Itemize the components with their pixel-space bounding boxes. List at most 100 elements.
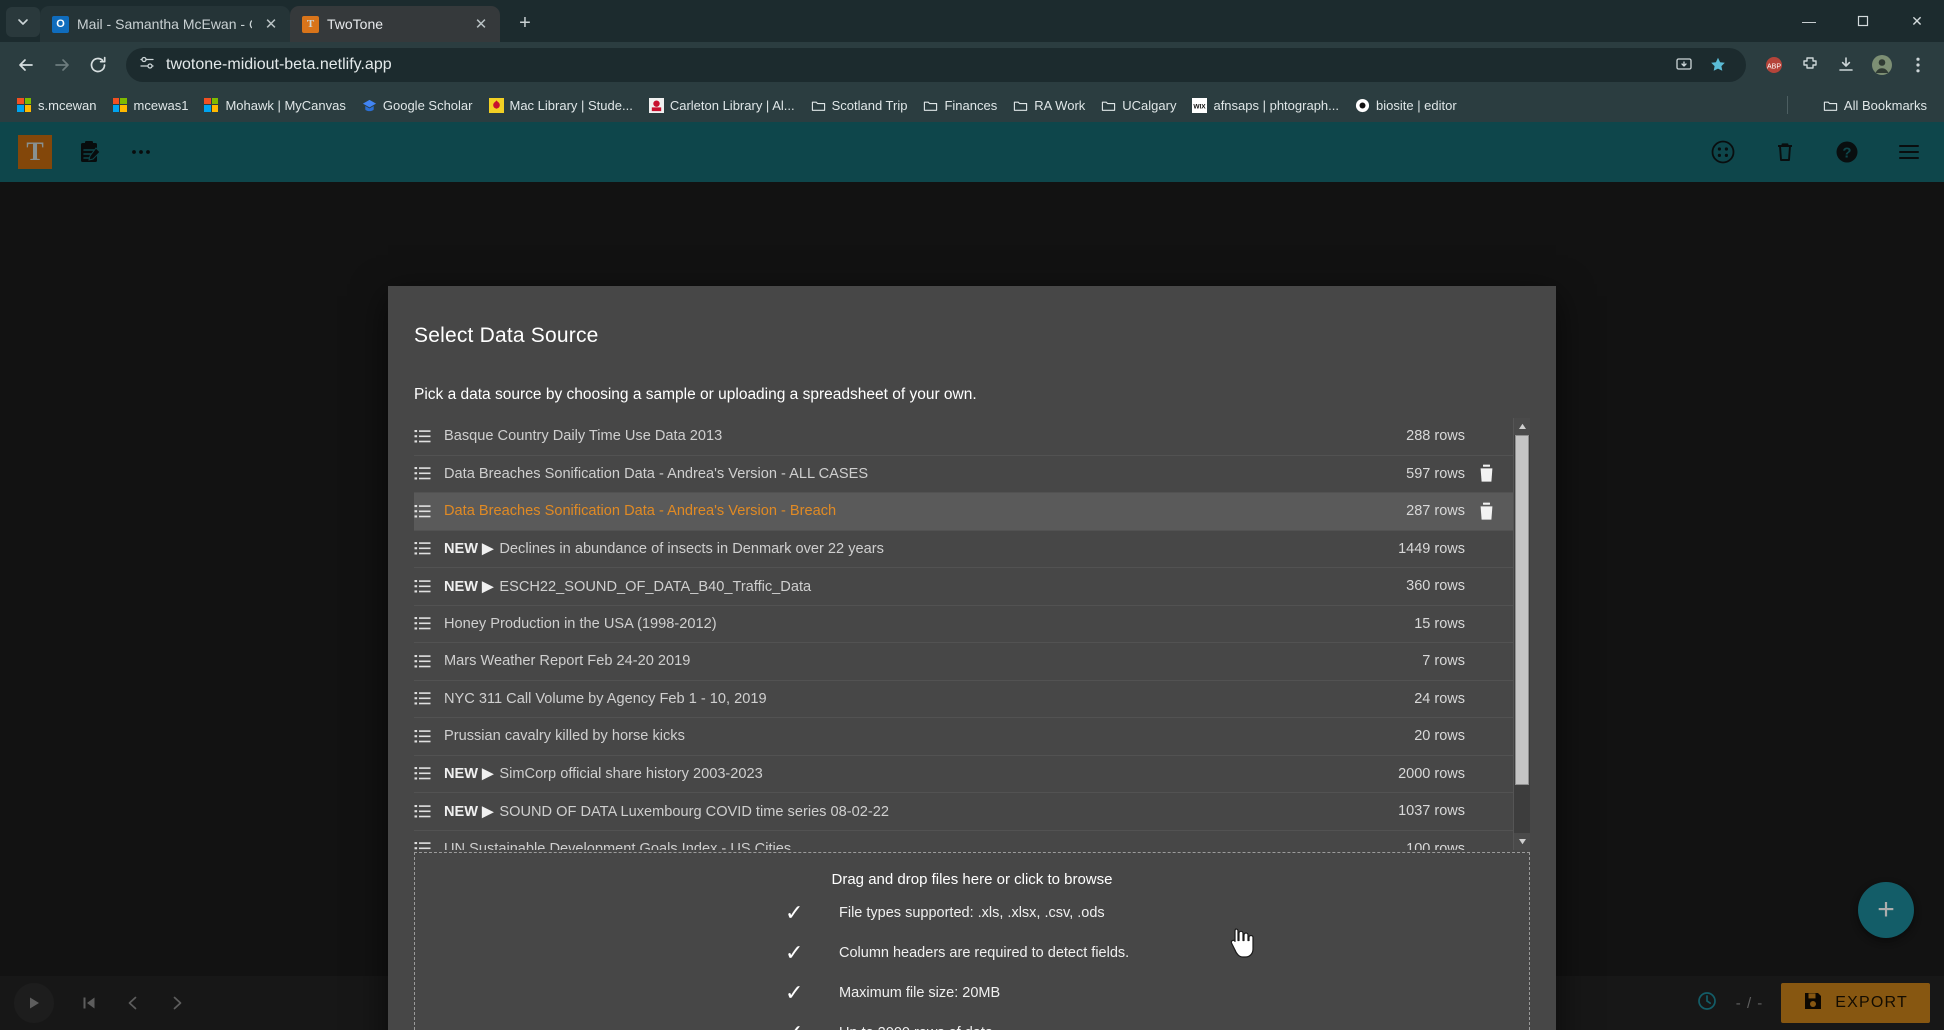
bookmark-item[interactable]: Finances bbox=[916, 94, 1004, 117]
scrollbar-thumb[interactable] bbox=[1515, 435, 1529, 785]
list-rows-icon bbox=[414, 765, 444, 782]
bookmark-label: Finances bbox=[944, 97, 998, 113]
list-rows-icon bbox=[414, 653, 444, 670]
close-icon[interactable]: ✕ bbox=[260, 13, 282, 35]
tab-strip: O Mail - Samantha McEwan - Out ✕ T TwoTo… bbox=[0, 0, 1944, 42]
bookmark-label: Carleton Library | Al... bbox=[669, 97, 795, 113]
bookmark-item[interactable]: Mohawk | MyCanvas bbox=[197, 94, 352, 117]
data-source-label: Prussian cavalry killed by horse kicks bbox=[444, 728, 685, 745]
data-source-row[interactable]: NEW ▶ SimCorp official share history 200… bbox=[414, 756, 1513, 793]
data-source-label: NEW ▶ ESCH22_SOUND_OF_DATA_B40_Traffic_D… bbox=[444, 578, 812, 595]
bookmark-item[interactable]: Scotland Trip bbox=[804, 94, 915, 117]
folder-icon bbox=[1013, 98, 1028, 113]
svg-text:WIX: WIX bbox=[1194, 103, 1207, 110]
twotone-icon: T bbox=[302, 15, 319, 33]
close-window-button[interactable]: ✕ bbox=[1890, 0, 1944, 42]
data-source-row[interactable]: Prussian cavalry killed by horse kicks 20… bbox=[414, 718, 1513, 756]
bookmarks-bar: s.mcewan mcewas1 Mohawk | MyCanvas Google S… bbox=[0, 88, 1944, 122]
bookmark-star-icon[interactable] bbox=[1702, 49, 1734, 81]
account-avatar-icon[interactable] bbox=[1866, 49, 1898, 81]
bookmark-label: UCalgary bbox=[1122, 97, 1177, 113]
bookmark-label: s.mcewan bbox=[38, 97, 97, 113]
check-icon: ✓ bbox=[785, 980, 804, 1005]
new-badge: NEW ▶ bbox=[444, 578, 498, 595]
list-rows-icon bbox=[414, 728, 444, 745]
tab-twotone[interactable]: T TwoTone ✕ bbox=[290, 6, 500, 42]
dropzone-requirement: ✓ Up to 2000 rows of data bbox=[785, 1022, 1529, 1030]
row-count: 288 rows bbox=[1406, 428, 1465, 445]
file-dropzone[interactable]: Drag and drop files here or click to bro… bbox=[414, 852, 1530, 1030]
reload-icon[interactable] bbox=[82, 49, 114, 81]
bookmark-item[interactable]: Carleton Library | Al... bbox=[642, 94, 802, 117]
data-source-row[interactable]: Basque Country Daily Time Use Data 2013 2… bbox=[414, 418, 1513, 456]
list-rows-icon bbox=[414, 540, 444, 557]
close-icon[interactable]: ✕ bbox=[470, 13, 492, 35]
data-source-label: Mars Weather Report Feb 24-20 2019 bbox=[444, 653, 691, 670]
data-source-row[interactable]: NEW ▶ SOUND OF DATA Luxembourg COVID tim… bbox=[414, 793, 1513, 831]
windows-icon bbox=[204, 97, 219, 113]
data-source-row[interactable]: Honey Production in the USA (1998-2012) 1… bbox=[414, 606, 1513, 643]
bookmark-item[interactable]: Mac Library | Stude... bbox=[482, 94, 640, 117]
bookmark-item[interactable]: mcewas1 bbox=[106, 94, 196, 117]
svg-text:ABP: ABP bbox=[1767, 64, 1781, 71]
browser-window: O Mail - Samantha McEwan - Out ✕ T TwoTo… bbox=[0, 0, 1944, 1030]
dropzone-requirement-text: Maximum file size: 20MB bbox=[839, 985, 1001, 1001]
select-data-source-dialog: Select Data Source Pick a data source by… bbox=[388, 286, 1556, 1030]
address-bar[interactable]: twotone-midiout-beta.netlify.app bbox=[126, 48, 1746, 82]
chrome-menu-icon[interactable] bbox=[1902, 49, 1934, 81]
data-source-row[interactable]: NYC 311 Call Volume by Agency Feb 1 - 10… bbox=[414, 681, 1513, 718]
bookmark-item[interactable]: Google Scholar bbox=[355, 94, 480, 117]
check-icon: ✓ bbox=[785, 900, 804, 925]
install-app-icon[interactable] bbox=[1668, 49, 1700, 81]
delete-data-source-icon[interactable] bbox=[1465, 502, 1507, 521]
list-scrollbar[interactable] bbox=[1513, 418, 1530, 850]
data-source-row[interactable]: Data Breaches Sonification Data - Andrea… bbox=[414, 456, 1513, 493]
bookmarks-divider bbox=[1787, 96, 1788, 114]
list-rows-icon bbox=[414, 503, 444, 520]
data-source-row[interactable]: UN Sustainable Development Goals Index -… bbox=[414, 831, 1513, 850]
bookmark-item[interactable]: RA Work bbox=[1006, 94, 1092, 117]
bookmark-item[interactable]: s.mcewan bbox=[10, 94, 104, 117]
tab-title: Mail - Samantha McEwan - Out bbox=[77, 16, 252, 32]
bookmark-item[interactable]: biosite | editor bbox=[1348, 94, 1464, 117]
tab-outlook[interactable]: O Mail - Samantha McEwan - Out ✕ bbox=[40, 6, 290, 42]
all-bookmarks-button[interactable]: All Bookmarks bbox=[1816, 94, 1934, 117]
new-badge: NEW ▶ bbox=[444, 803, 498, 820]
data-source-row[interactable]: Mars Weather Report Feb 24-20 2019 7 rows bbox=[414, 643, 1513, 681]
dropzone-requirement-text: Up to 2000 rows of data bbox=[839, 1025, 993, 1030]
bookmark-label: biosite | editor bbox=[1376, 97, 1457, 113]
data-source-label: NEW ▶ Declines in abundance of insects i… bbox=[444, 541, 884, 558]
row-count: 287 rows bbox=[1406, 503, 1465, 520]
data-source-label: Data Breaches Sonification Data - Andrea… bbox=[444, 503, 837, 520]
tab-search-chevron-icon[interactable] bbox=[6, 7, 40, 37]
minimize-button[interactable]: — bbox=[1782, 0, 1836, 42]
dialog-subtitle: Pick a data source by choosing a sample … bbox=[414, 386, 977, 403]
new-badge: NEW ▶ bbox=[444, 541, 498, 558]
site-settings-icon[interactable] bbox=[138, 54, 156, 77]
bookmark-label: Mohawk | MyCanvas bbox=[225, 97, 346, 113]
forward-icon[interactable] bbox=[46, 49, 78, 81]
back-icon[interactable] bbox=[10, 49, 42, 81]
abp-extension-icon[interactable]: ABP bbox=[1758, 49, 1790, 81]
data-source-label: NYC 311 Call Volume by Agency Feb 1 - 10… bbox=[444, 690, 767, 707]
bookmark-label: afnsaps | phtograph... bbox=[1213, 97, 1339, 113]
delete-data-source-icon[interactable] bbox=[1465, 464, 1507, 483]
data-source-row[interactable]: Data Breaches Sonification Data - Andrea… bbox=[414, 493, 1513, 531]
all-bookmarks-label: All Bookmarks bbox=[1843, 97, 1927, 113]
data-source-row[interactable]: NEW ▶ Declines in abundance of insects i… bbox=[414, 531, 1513, 568]
bookmark-label: Mac Library | Stude... bbox=[509, 97, 633, 113]
bookmark-item[interactable]: WIX afnsaps | phtograph... bbox=[1185, 94, 1346, 117]
scroll-down-arrow-icon[interactable] bbox=[1514, 833, 1530, 850]
extensions-icon[interactable] bbox=[1794, 49, 1826, 81]
dropzone-requirement-text: File types supported: .xls, .xlsx, .csv,… bbox=[839, 905, 1105, 921]
bookmark-item[interactable]: UCalgary bbox=[1094, 94, 1183, 117]
new-tab-button[interactable]: + bbox=[508, 6, 542, 40]
data-source-row[interactable]: NEW ▶ ESCH22_SOUND_OF_DATA_B40_Traffic_D… bbox=[414, 568, 1513, 606]
downloads-icon[interactable] bbox=[1830, 49, 1862, 81]
row-count: 7 rows bbox=[1422, 653, 1465, 670]
dropzone-requirement: ✓ File types supported: .xls, .xlsx, .csv… bbox=[785, 902, 1529, 924]
scroll-up-arrow-icon[interactable] bbox=[1514, 418, 1530, 435]
data-source-label: Honey Production in the USA (1998-2012) bbox=[444, 615, 717, 632]
maximize-button[interactable] bbox=[1836, 0, 1890, 42]
list-rows-icon bbox=[414, 578, 444, 595]
